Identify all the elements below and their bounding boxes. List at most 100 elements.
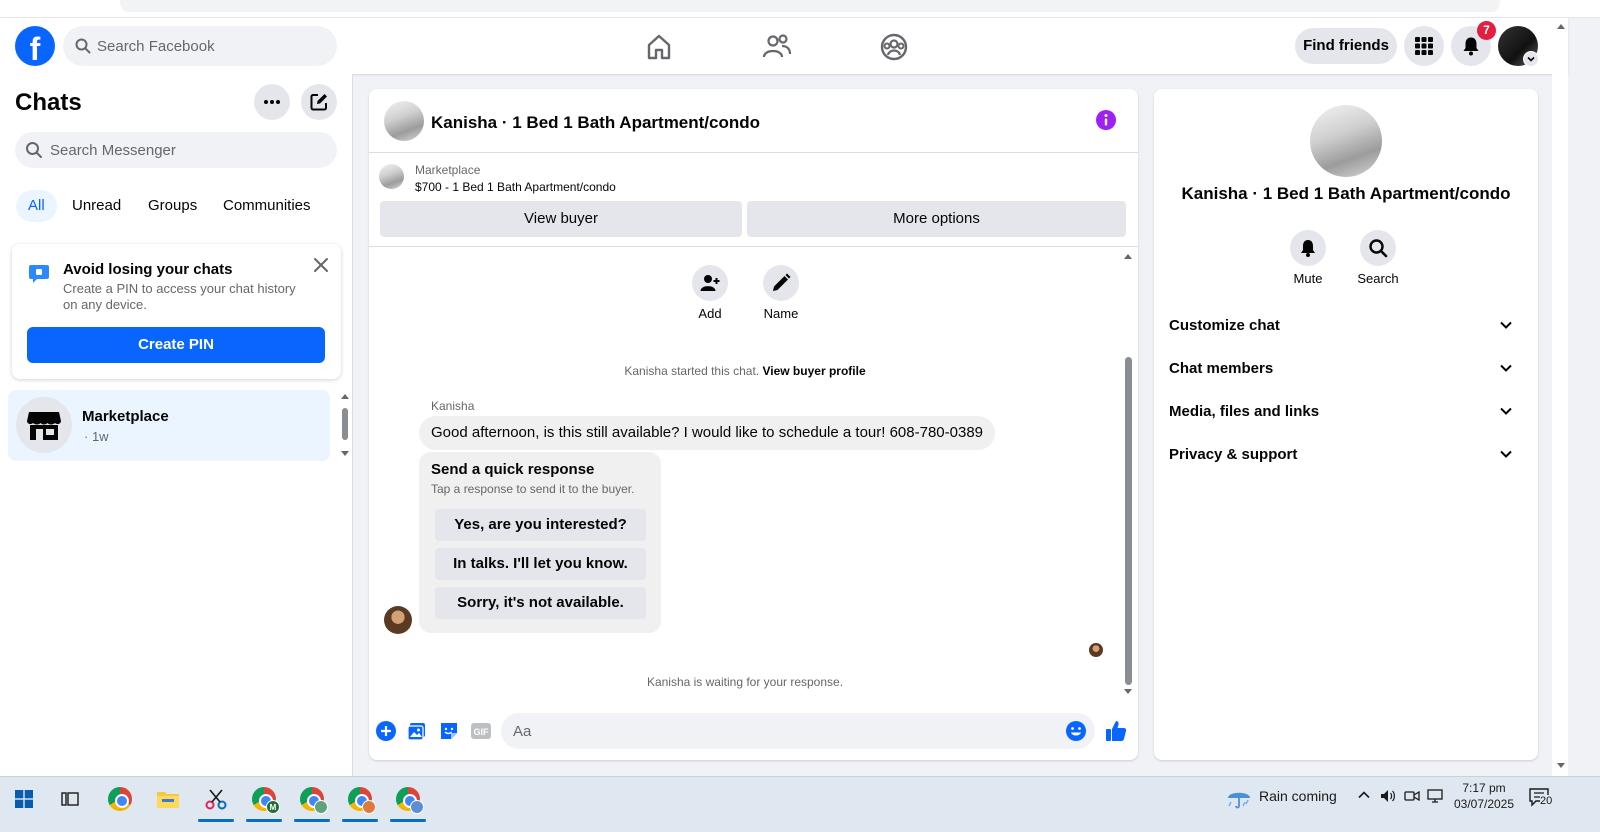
listing-title[interactable]: $700 - 1 Bed 1 Bath Apartment/condo [415,180,616,194]
filter-communities[interactable]: Communities [211,190,323,222]
filter-unread[interactable]: Unread [60,190,133,222]
chevron-down-icon [1500,407,1512,415]
messenger-search-input[interactable] [50,132,330,168]
section-customize-chat[interactable]: Customize chat [1169,306,1523,346]
scroll-down-icon [1557,763,1565,768]
chrome-profile-button[interactable]: M [244,783,284,822]
listing-thumbnail [379,164,404,189]
chat-header: Kanisha · 1 Bed 1 Bath Apartment/condo [369,89,1138,153]
find-friends-button[interactable]: Find friends [1295,28,1397,64]
chevron-down-icon [1500,450,1512,458]
weather-text[interactable]: Rain coming [1259,788,1337,804]
emoji-icon[interactable] [1065,720,1087,742]
view-buyer-button[interactable]: View buyer [380,201,742,237]
chat-lock-icon [29,265,49,283]
windows-taskbar: M Rain coming 7:17 pm 03/07/2025 20 [0,776,1600,832]
quick-response-card: Send a quick response Tap a response to … [419,452,661,633]
conversation-item-marketplace[interactable]: Marketplace · 1w [8,390,330,461]
scrollbar-thumb[interactable] [342,408,348,440]
scroll-down-icon [1124,689,1132,694]
groups-icon[interactable] [877,30,911,64]
incoming-message[interactable]: Good afternoon, is this still available?… [419,416,996,450]
notification-center-count: 20 [1540,795,1553,807]
chevron-down-icon [1527,56,1535,62]
section-label: Privacy & support [1169,446,1298,463]
chat-options-button[interactable] [254,84,290,120]
menu-button[interactable] [1404,26,1444,66]
page-scrollbar[interactable] [1552,18,1568,776]
account-chevron[interactable] [1523,51,1539,67]
friends-icon[interactable] [760,30,794,64]
details-name: Kanisha · 1 Bed 1 Bath Apartment/condo [1181,184,1511,203]
info-icon[interactable] [1096,110,1116,130]
facebook-logo[interactable]: f [15,26,55,66]
chat-scrollbar[interactable] [1121,249,1135,699]
taskbar-clock[interactable]: 7:17 pm 03/07/2025 [1444,780,1524,812]
quick-response-title: Send a quick response [431,461,595,478]
section-label: Chat members [1169,360,1274,377]
meet-now-icon[interactable] [1404,788,1420,804]
snipping-tool-icon [205,789,227,810]
windows-logo-icon [15,790,33,808]
new-message-button[interactable] [301,84,337,120]
close-icon[interactable] [312,256,330,274]
chrome-profile-button[interactable] [388,783,428,822]
sender-avatar[interactable] [384,606,412,634]
search-conversation-button[interactable] [1360,230,1396,266]
facebook-search-input[interactable] [97,26,327,66]
chat-avatar[interactable] [384,101,424,141]
network-icon[interactable] [1427,788,1445,804]
section-chat-members[interactable]: Chat members [1169,349,1523,389]
message-input[interactable] [513,713,1053,749]
quick-response-option[interactable]: In talks. I'll let you know. [435,548,646,580]
chrome-taskbar-button[interactable] [100,783,140,815]
plus-circle-icon[interactable] [376,721,396,741]
view-buyer-profile-link[interactable]: View buyer profile [762,364,865,378]
scroll-up-icon [341,394,349,399]
chats-title: Chats [15,89,82,116]
filter-all[interactable]: All [16,190,57,222]
chat-details-panel: Kanisha · 1 Bed 1 Bath Apartment/condo M… [1154,89,1538,760]
mute-label: Mute [1293,271,1323,286]
more-options-button[interactable]: More options [747,201,1126,237]
create-pin-button[interactable]: Create PIN [27,327,325,363]
chrome-profile-button[interactable] [340,783,380,822]
clock-date: 03/07/2025 [1453,797,1515,811]
name-button[interactable] [763,265,799,301]
snipping-tool-button[interactable] [196,783,236,822]
address-bar[interactable] [120,0,1500,12]
chrome-profile-button[interactable] [292,783,332,822]
photo-icon[interactable] [407,721,427,741]
start-button[interactable] [4,783,44,815]
thumbs-up-icon[interactable] [1104,719,1128,743]
quick-response-option[interactable]: Yes, are you interested? [435,509,646,541]
section-media-files-links[interactable]: Media, files and links [1169,392,1523,432]
add-button[interactable] [692,265,728,301]
chevron-up-icon[interactable] [1357,788,1371,802]
filter-groups[interactable]: Groups [136,190,209,222]
gif-icon[interactable]: GIF [470,721,492,741]
facebook-search [63,26,337,66]
mute-button[interactable] [1290,230,1326,266]
notification-center-button[interactable]: 20 [1528,787,1553,807]
sticker-icon[interactable] [439,721,459,741]
volume-icon[interactable] [1380,788,1396,804]
rain-weather-icon[interactable] [1226,785,1252,811]
section-privacy-support[interactable]: Privacy & support [1169,435,1523,475]
file-explorer-button[interactable] [148,783,188,815]
pin-card-title: Avoid losing your chats [63,261,233,278]
task-view-button[interactable] [50,783,90,815]
chats-sidebar: Chats All Unread Groups Communities Avoi… [0,74,353,776]
chevron-down-icon [1500,364,1512,372]
quick-response-option[interactable]: Sorry, it's not available. [435,587,646,619]
more-icon [264,100,280,104]
bell-icon [1301,240,1315,257]
scrollbar-thumb[interactable] [1125,357,1132,685]
home-icon[interactable] [642,30,676,64]
details-avatar[interactable] [1310,105,1382,177]
marketplace-label: Marketplace [415,163,481,177]
seen-indicator-avatar [1089,643,1103,657]
chat-title[interactable]: Kanisha · 1 Bed 1 Bath Apartment/condo [431,113,760,133]
section-label: Media, files and links [1169,403,1320,420]
sidebar-scrollbar[interactable] [340,392,350,458]
